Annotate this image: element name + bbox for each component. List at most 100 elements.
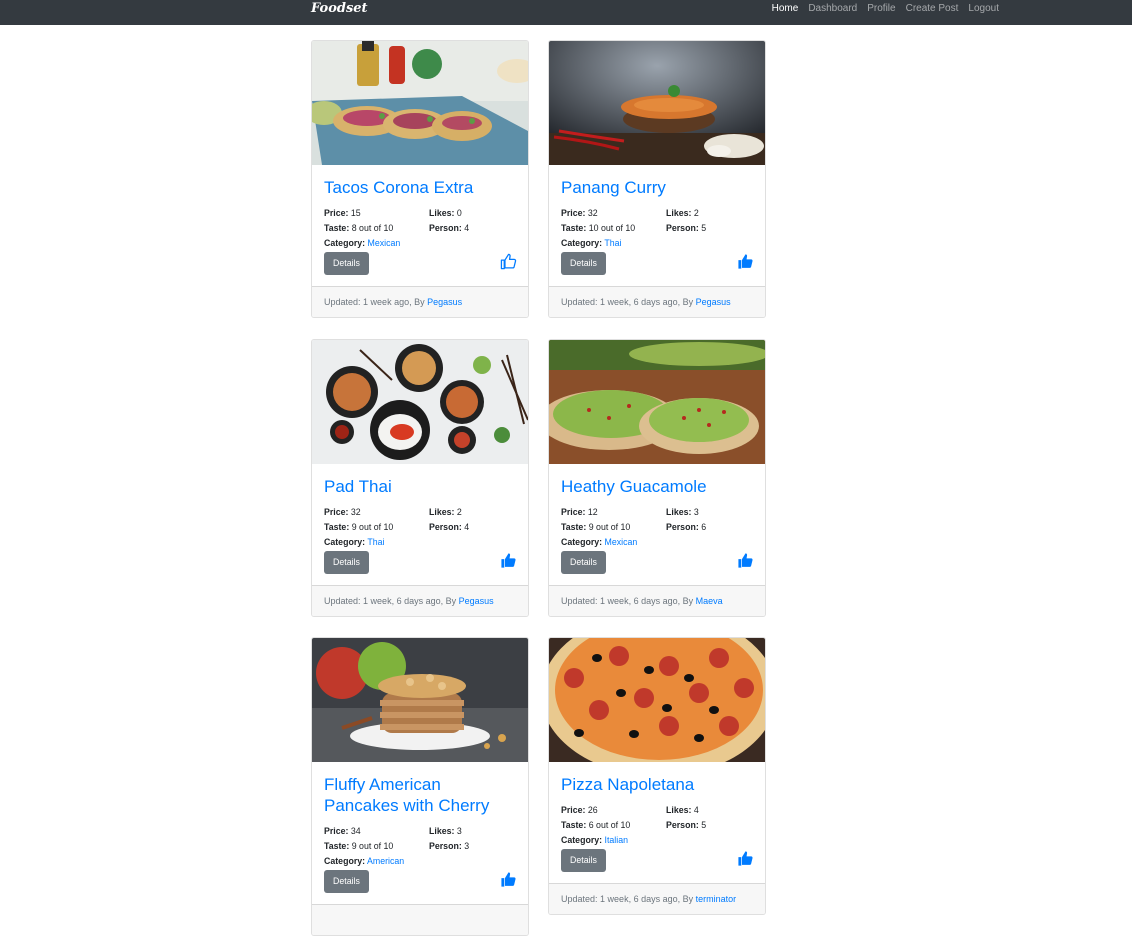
category-label: Category: bbox=[324, 537, 366, 547]
post-title[interactable]: Panang Curry bbox=[561, 177, 753, 198]
post-meta: Price: 34 Likes: 3 Taste: 9 out of 10 Pe… bbox=[324, 824, 516, 869]
card-footer: Updated: 1 week, 6 days ago, By Pegasus bbox=[312, 585, 528, 616]
post-title[interactable]: Tacos Corona Extra bbox=[324, 177, 516, 198]
details-button[interactable]: Details bbox=[324, 870, 369, 893]
post-meta: Price: 26 Likes: 4 Taste: 6 out of 10 Pe… bbox=[561, 803, 753, 848]
author-link[interactable]: Pegasus bbox=[459, 596, 494, 606]
person-label: Person: bbox=[666, 820, 699, 830]
card-footer: Updated: 1 week ago, By Pegasus bbox=[312, 286, 528, 317]
likes-label: Likes: bbox=[666, 507, 692, 517]
pad-thai-image bbox=[312, 340, 528, 464]
details-button[interactable]: Details bbox=[324, 252, 369, 275]
likes-value: 2 bbox=[456, 507, 462, 517]
thumbs-up-filled-icon[interactable] bbox=[737, 850, 754, 867]
price-label: Price: bbox=[324, 208, 349, 218]
likes-label: Likes: bbox=[429, 826, 455, 836]
category-link[interactable]: Mexican bbox=[368, 238, 401, 248]
taste-label: Taste: bbox=[324, 841, 350, 851]
card-body: Fluffy American Pancakes with Cherry Pri… bbox=[312, 762, 528, 904]
author-link[interactable]: Pegasus bbox=[696, 297, 731, 307]
post-title[interactable]: Pizza Napoletana bbox=[561, 774, 753, 795]
thumbs-up-filled-icon[interactable] bbox=[500, 552, 517, 569]
post-meta: Price: 32 Likes: 2 Taste: 10 out of 10 P… bbox=[561, 206, 753, 251]
card-footer: Updated: 1 week, 6 days ago, By terminat… bbox=[549, 883, 765, 914]
post-card: Pizza Napoletana Price: 26 Likes: 4 Tast… bbox=[548, 637, 766, 915]
person-value: 5 bbox=[701, 223, 707, 233]
nav-dashboard[interactable]: Dashboard bbox=[808, 0, 857, 18]
person-label: Person: bbox=[666, 223, 699, 233]
taste-value: 6 out of 10 bbox=[588, 820, 631, 830]
category-link[interactable]: Thai bbox=[367, 537, 384, 547]
guacamole-image bbox=[549, 340, 765, 464]
category-label: Category: bbox=[324, 856, 366, 866]
thumbs-up-filled-icon[interactable] bbox=[500, 871, 517, 888]
category-link[interactable]: American bbox=[367, 856, 404, 866]
category-link[interactable]: Mexican bbox=[605, 537, 638, 547]
nav-links: Home Dashboard Profile Create Post Logou… bbox=[772, 0, 999, 18]
price-label: Price: bbox=[324, 507, 349, 517]
taste-label: Taste: bbox=[561, 522, 587, 532]
category-link[interactable]: Thai bbox=[604, 238, 621, 248]
taste-value: 8 out of 10 bbox=[351, 223, 394, 233]
nav-profile[interactable]: Profile bbox=[867, 0, 895, 18]
updated-label: Updated: bbox=[324, 596, 361, 606]
nav-home[interactable]: Home bbox=[772, 0, 799, 18]
price-label: Price: bbox=[324, 826, 349, 836]
thumbs-up-outline-icon[interactable] bbox=[500, 253, 517, 270]
person-value: 4 bbox=[464, 522, 470, 532]
author-link[interactable]: Pegasus bbox=[427, 297, 462, 307]
nav-create-post[interactable]: Create Post bbox=[906, 0, 959, 18]
person-label: Person: bbox=[429, 841, 462, 851]
by-label: , By bbox=[677, 297, 694, 307]
card-body: Panang Curry Price: 32 Likes: 2 Taste: 1… bbox=[549, 165, 765, 286]
post-card: Tacos Corona Extra Price: 15 Likes: 0 Ta… bbox=[311, 40, 529, 318]
taste-value: 9 out of 10 bbox=[588, 522, 631, 532]
pizza-image bbox=[549, 638, 765, 762]
post-card: Panang Curry Price: 32 Likes: 2 Taste: 1… bbox=[548, 40, 766, 318]
category-label: Category: bbox=[561, 238, 603, 248]
author-link[interactable]: terminator bbox=[696, 894, 737, 904]
author-link[interactable]: Maeva bbox=[696, 596, 723, 606]
brand-logo[interactable]: Foodset bbox=[311, 0, 368, 18]
price-value: 15 bbox=[350, 208, 361, 218]
taste-value: 10 out of 10 bbox=[588, 223, 636, 233]
price-value: 12 bbox=[587, 507, 598, 517]
price-value: 34 bbox=[350, 826, 361, 836]
likes-value: 3 bbox=[456, 826, 462, 836]
details-button[interactable]: Details bbox=[561, 252, 606, 275]
person-label: Person: bbox=[429, 522, 462, 532]
thumbs-up-filled-icon[interactable] bbox=[737, 253, 754, 270]
taste-value: 9 out of 10 bbox=[351, 522, 394, 532]
navbar: Foodset Home Dashboard Profile Create Po… bbox=[0, 0, 1132, 25]
card-body: Tacos Corona Extra Price: 15 Likes: 0 Ta… bbox=[312, 165, 528, 286]
post-title[interactable]: Heathy Guacamole bbox=[561, 476, 753, 497]
category-link[interactable]: Italian bbox=[605, 835, 628, 845]
updated-value: 1 week, 6 days ago bbox=[600, 297, 678, 307]
details-button[interactable]: Details bbox=[561, 551, 606, 574]
taste-label: Taste: bbox=[561, 223, 587, 233]
price-label: Price: bbox=[561, 805, 586, 815]
updated-label: Updated: bbox=[561, 297, 598, 307]
category-label: Category: bbox=[561, 835, 603, 845]
by-label: , By bbox=[440, 596, 457, 606]
person-value: 4 bbox=[464, 223, 470, 233]
price-value: 32 bbox=[350, 507, 361, 517]
card-body: Pizza Napoletana Price: 26 Likes: 4 Tast… bbox=[549, 762, 765, 883]
post-title[interactable]: Pad Thai bbox=[324, 476, 516, 497]
post-title[interactable]: Fluffy American Pancakes with Cherry bbox=[324, 774, 516, 816]
by-label: , By bbox=[409, 297, 425, 307]
updated-value: 1 week ago bbox=[363, 297, 410, 307]
thumbs-up-filled-icon[interactable] bbox=[737, 552, 754, 569]
card-body: Heathy Guacamole Price: 12 Likes: 3 Tast… bbox=[549, 464, 765, 585]
details-button[interactable]: Details bbox=[561, 849, 606, 872]
post-card: Heathy Guacamole Price: 12 Likes: 3 Tast… bbox=[548, 339, 766, 617]
details-button[interactable]: Details bbox=[324, 551, 369, 574]
person-label: Person: bbox=[429, 223, 462, 233]
card-body: Pad Thai Price: 32 Likes: 2 Taste: 9 out… bbox=[312, 464, 528, 585]
taste-label: Taste: bbox=[324, 522, 350, 532]
category-label: Category: bbox=[324, 238, 366, 248]
taste-value: 9 out of 10 bbox=[351, 841, 394, 851]
by-label: , By bbox=[677, 596, 694, 606]
nav-logout[interactable]: Logout bbox=[968, 0, 999, 18]
likes-label: Likes: bbox=[666, 805, 692, 815]
